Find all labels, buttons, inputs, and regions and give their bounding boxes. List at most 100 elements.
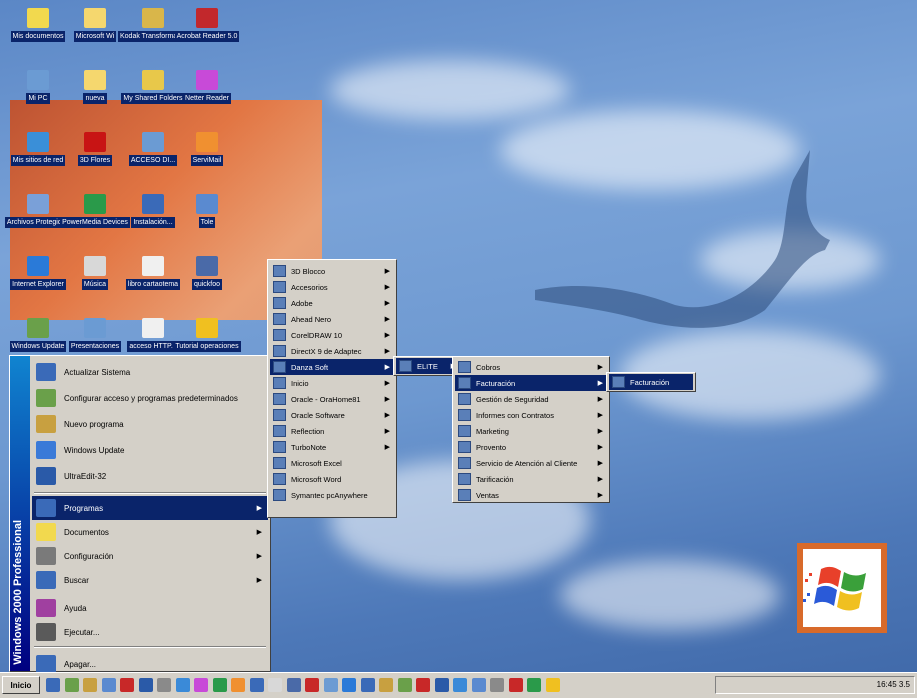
taskbar-app-icon[interactable] [120,678,134,692]
start-menu: Windows 2000 Professional Actualizar Sis… [9,355,271,672]
menu-item[interactable]: Microsoft Excel [270,455,394,471]
taskbar-app-icon[interactable] [212,678,227,692]
program-group-icon [273,473,286,485]
menu-item[interactable]: Microsoft Word [270,471,394,487]
program-group-icon [273,345,286,357]
menu-item[interactable]: TurboNote ▶ [270,439,394,455]
taskbar-app-icon[interactable] [83,678,97,692]
taskbar-app-icon[interactable] [490,678,504,692]
menu-item[interactable]: Adobe ▶ [270,295,394,311]
menu-item[interactable]: Symantec pcAnywhere [270,487,394,503]
desktop-icon-label: Mi PC [26,93,50,104]
menu-item[interactable]: Cobros ▶ [455,359,607,375]
menu-item[interactable]: ELITE▶ [396,358,460,374]
taskbar-app-icon[interactable] [101,678,116,692]
start-menu-item[interactable]: Actualizar Sistema [32,360,268,384]
desktop-icon-label: Netter Reader [183,93,231,104]
submenu-arrow-icon: ▶ [384,412,390,419]
desktop-icon[interactable]: Tole [172,194,242,246]
program-group-icon [273,425,286,437]
desktop-icon[interactable]: quickfoo [172,256,242,308]
menu-item[interactable]: Gestión de Seguridad ▶ [455,391,607,407]
taskbar-app-icon[interactable] [453,678,467,692]
menu-item[interactable]: Facturación [609,374,693,390]
taskbar-app-icon[interactable] [249,678,264,692]
submenu-arrow-icon: ▶ [256,553,262,560]
start-menu-item[interactable]: Ejecutar... [32,620,268,644]
taskbar-app-icon[interactable] [175,678,190,692]
taskbar-app-icon[interactable] [286,678,301,692]
program-group-icon [612,376,625,388]
desktop-icon-glyph [196,194,218,214]
desktop-icon-label: Música [81,279,109,290]
menu-item[interactable]: DirectX 9 de Adaptec ▶ [270,343,394,359]
taskbar-app-icon[interactable] [360,678,375,692]
menu-item[interactable]: Informes con Contratos ▶ [455,407,607,423]
start-menu-item[interactable]: Ayuda [32,596,268,620]
menu-item[interactable]: Ahead Nero ▶ [270,311,394,327]
menu-item[interactable]: Servicio de Atención al Cliente ▶ [455,455,607,471]
menu-item-label: Gestión de Seguridad [476,394,549,404]
menu-item-label: Reflection [291,426,325,436]
taskbar-app-icon[interactable] [138,678,153,692]
desktop-icon[interactable]: Acrobat Reader 5.0 [172,8,242,60]
taskbar-app-icon[interactable] [508,678,523,692]
cloud [560,560,780,630]
program-group-icon [273,409,286,421]
taskbar-app-icon[interactable] [323,678,338,692]
menu-item[interactable]: Reflection ▶ [270,423,394,439]
taskbar-app-icon[interactable] [416,678,430,692]
taskbar-app-icon[interactable] [268,678,282,692]
submenu-arrow-icon: ▶ [384,300,390,307]
start-menu-item[interactable]: Documentos ▶ [32,520,268,544]
desktop-icon[interactable]: ServiMail [172,132,242,184]
submenu-arrow-icon: ▶ [384,316,390,323]
start-menu-item[interactable]: Windows Update [32,438,268,462]
taskbar-app-icon[interactable] [471,678,486,692]
taskbar-app-icon[interactable] [231,678,245,692]
menu-item[interactable]: Inicio ▶ [270,375,394,391]
menu-item[interactable]: Ventas ▶ [455,487,607,503]
taskbar-app-icon[interactable] [194,678,208,692]
menu-item-label: Servicio de Atención al Cliente [476,458,578,468]
menu-item[interactable]: Oracle - OraHome81 ▶ [270,391,394,407]
taskbar-app-icon[interactable] [527,678,541,692]
menu-item-label: Tarificación [476,474,514,484]
diver-silhouette [535,150,830,328]
desktop-icon-label: nueva [83,93,107,104]
menu-item[interactable]: Tarificación ▶ [455,471,607,487]
desktop-icon-label: Internet Explorer [10,279,66,290]
start-menu-item[interactable]: Configuración ▶ [32,544,268,568]
desktop-icon-glyph [196,132,218,152]
taskbar-app-icon[interactable] [545,678,560,692]
menu-item[interactable]: Accesorios ▶ [270,279,394,295]
taskbar-app-icon[interactable] [342,678,356,692]
program-group-icon [458,361,471,373]
taskbar-app-icon[interactable] [46,678,60,692]
menu-item[interactable]: CorelDRAW 10 ▶ [270,327,394,343]
start-menu-item[interactable]: Nuevo programa [32,412,268,436]
taskbar-app-icon[interactable] [434,678,449,692]
start-button[interactable]: Inicio [2,676,40,694]
taskbar-app-icon[interactable] [397,678,412,692]
taskbar-app-icon[interactable] [305,678,319,692]
taskbar-app-icon[interactable] [157,678,171,692]
start-menu-item[interactable]: Apagar... [32,652,268,672]
start-menu-item[interactable]: Configurar acceso y programas predetermi… [32,386,268,410]
menu-item[interactable]: Oracle Software ▶ [270,407,394,423]
clock: 16:45 3.5 [876,680,910,689]
menu-item[interactable]: 3D Blocco ▶ [270,263,394,279]
submenu-arrow-icon: ▶ [597,492,603,499]
desktop-icon[interactable]: Netter Reader [172,70,242,122]
start-menu-item[interactable]: UltraEdit-32 [32,464,268,488]
menu-item[interactable]: Provento ▶ [455,439,607,455]
taskbar-app-icon[interactable] [379,678,393,692]
menu-item-label: 3D Blocco [291,266,326,276]
start-menu-item[interactable]: Programas ▶ [32,496,268,520]
menu-item[interactable]: Facturación ▶ [455,375,607,391]
menu-item[interactable]: Danza Soft ▶ [270,359,394,375]
taskbar-app-icon[interactable] [64,678,79,692]
menu-item[interactable]: Marketing ▶ [455,423,607,439]
desktop-icon-glyph [27,256,49,276]
start-menu-item[interactable]: Buscar ▶ [32,568,268,592]
